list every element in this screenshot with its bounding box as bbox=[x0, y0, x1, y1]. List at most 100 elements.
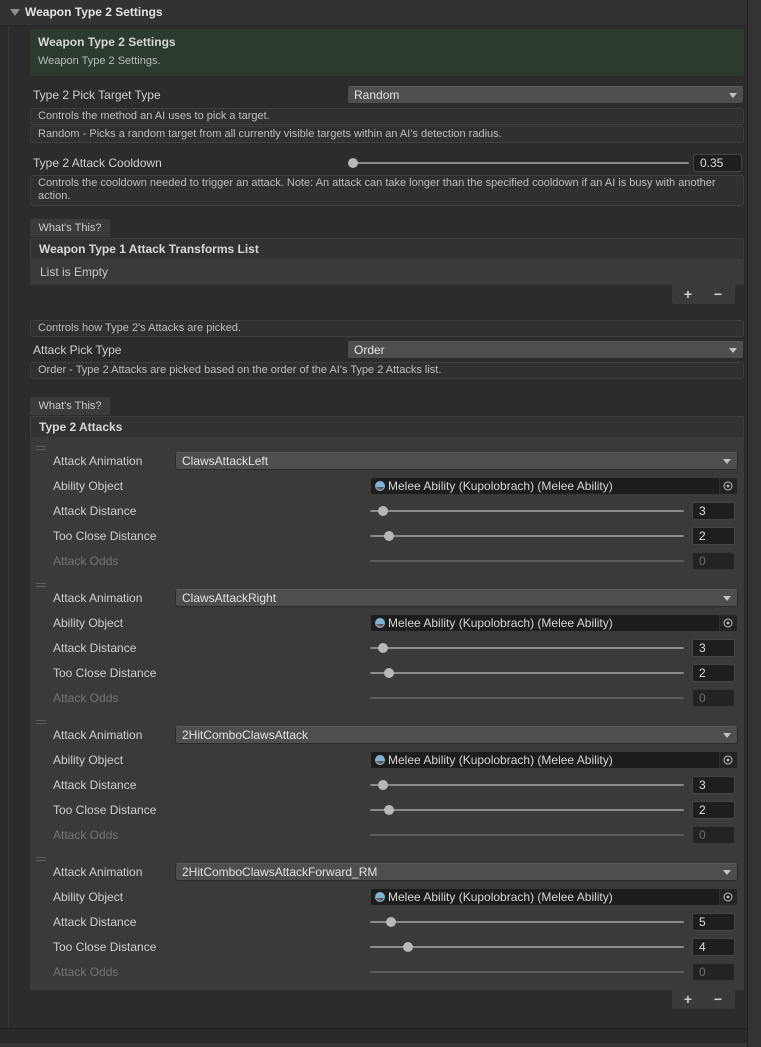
object-picker-icon[interactable] bbox=[719, 889, 737, 905]
attack-entry: Attack Animation ClawsAttackRight Abilit… bbox=[30, 581, 744, 713]
object-picker-icon[interactable] bbox=[719, 478, 737, 494]
transforms-list-toolbar: + − bbox=[672, 285, 735, 304]
attack-distance-label: Attack Distance bbox=[53, 639, 136, 657]
transforms-list-header: Weapon Type 1 Attack Transforms List bbox=[30, 238, 744, 259]
pick-target-value: Random bbox=[354, 87, 399, 103]
attack-distance-value[interactable]: 3 bbox=[692, 502, 735, 520]
attack-distance-value[interactable]: 5 bbox=[692, 913, 735, 931]
cooldown-slider[interactable] bbox=[348, 162, 689, 164]
attack-animation-dropdown[interactable]: ClawsAttackRight bbox=[175, 589, 738, 607]
cooldown-value-field[interactable]: 0.35 bbox=[693, 154, 742, 172]
attack-animation-label: Attack Animation bbox=[53, 863, 142, 881]
ability-object-label: Ability Object bbox=[53, 751, 123, 769]
cooldown-row: Type 2 Attack Cooldown 0.35 bbox=[0, 154, 761, 172]
too-close-distance-handle[interactable] bbox=[403, 942, 413, 952]
scriptable-object-icon bbox=[374, 617, 386, 629]
chevron-down-icon bbox=[729, 93, 737, 98]
object-picker-icon[interactable] bbox=[719, 752, 737, 768]
attack-distance-handle[interactable] bbox=[386, 917, 396, 927]
foldout-header[interactable]: Weapon Type 2 Settings bbox=[0, 0, 747, 26]
foldout-arrow-icon[interactable] bbox=[10, 9, 20, 16]
add-transform-button[interactable]: + bbox=[674, 285, 702, 303]
cooldown-slider-handle[interactable] bbox=[348, 158, 358, 168]
attack-odds-slider bbox=[370, 560, 684, 562]
attacks-list-header: Type 2 Attacks bbox=[30, 416, 744, 437]
drag-handle-icon[interactable] bbox=[36, 583, 46, 588]
attack-distance-value[interactable]: 3 bbox=[692, 639, 735, 657]
scriptable-object-icon bbox=[374, 754, 386, 766]
attack-animation-dropdown[interactable]: 2HitComboClawsAttackForward_RM bbox=[175, 863, 738, 881]
attack-distance-value[interactable]: 3 bbox=[692, 776, 735, 794]
attack-entry: Attack Animation 2HitComboClawsAttackFor… bbox=[30, 855, 744, 987]
remove-attack-button[interactable]: − bbox=[704, 990, 732, 1008]
attack-distance-label: Attack Distance bbox=[53, 913, 136, 931]
attack-animation-dropdown[interactable]: 2HitComboClawsAttack bbox=[175, 726, 738, 744]
too-close-distance-handle[interactable] bbox=[384, 531, 394, 541]
ability-object-field[interactable]: Melee Ability (Kupolobrach) (Melee Abili… bbox=[370, 477, 738, 495]
add-attack-button[interactable]: + bbox=[674, 990, 702, 1008]
inspector-panel: Weapon Type 2 Settings Weapon Type 2 Set… bbox=[0, 0, 761, 1047]
attack-pick-dropdown[interactable]: Order bbox=[347, 341, 744, 359]
ability-object-label: Ability Object bbox=[53, 477, 123, 495]
cooldown-helpbox: Controls the cooldown needed to trigger … bbox=[30, 175, 744, 206]
pick-target-row: Type 2 Pick Target Type Random bbox=[0, 86, 761, 104]
attack-distance-handle[interactable] bbox=[378, 506, 388, 516]
too-close-distance-handle[interactable] bbox=[384, 668, 394, 678]
attack-pick-mode-helpbox: Order - Type 2 Attacks are picked based … bbox=[30, 362, 744, 379]
attack-pick-label: Attack Pick Type bbox=[33, 341, 121, 359]
attack-distance-label: Attack Distance bbox=[53, 502, 136, 520]
attack-animation-value: 2HitComboClawsAttackForward_RM bbox=[182, 864, 377, 880]
attack-odds-value: 0 bbox=[692, 963, 735, 981]
attack-distance-slider[interactable] bbox=[370, 647, 684, 649]
scriptable-object-icon bbox=[374, 891, 386, 903]
whats-this-button-transforms[interactable]: What's This? bbox=[30, 219, 110, 237]
too-close-distance-label: Too Close Distance bbox=[53, 938, 156, 956]
chevron-down-icon bbox=[723, 870, 731, 875]
attack-distance-handle[interactable] bbox=[378, 643, 388, 653]
remove-transform-button[interactable]: − bbox=[704, 285, 732, 303]
attack-animation-value: 2HitComboClawsAttack bbox=[182, 727, 308, 743]
ability-object-value: Melee Ability (Kupolobrach) (Melee Abili… bbox=[388, 752, 613, 768]
panel-left-divider bbox=[8, 25, 9, 1028]
too-close-distance-label: Too Close Distance bbox=[53, 801, 156, 819]
chevron-down-icon bbox=[729, 348, 737, 353]
attack-distance-slider[interactable] bbox=[370, 784, 684, 786]
attack-odds-slider bbox=[370, 834, 684, 836]
too-close-distance-slider[interactable] bbox=[370, 809, 684, 811]
attack-entry: Attack Animation 2HitComboClawsAttack Ab… bbox=[30, 718, 744, 850]
panel-footer-edge bbox=[0, 1043, 748, 1047]
pick-target-helpbox: Controls the method an AI uses to pick a… bbox=[30, 108, 744, 125]
transforms-list-empty-text: List is Empty bbox=[40, 263, 108, 281]
ability-object-label: Ability Object bbox=[53, 614, 123, 632]
ability-object-field[interactable]: Melee Ability (Kupolobrach) (Melee Abili… bbox=[370, 888, 738, 906]
attack-animation-label: Attack Animation bbox=[53, 452, 142, 470]
too-close-distance-handle[interactable] bbox=[384, 805, 394, 815]
attack-animation-label: Attack Animation bbox=[53, 589, 142, 607]
pick-target-dropdown[interactable]: Random bbox=[347, 86, 744, 104]
ability-object-value: Melee Ability (Kupolobrach) (Melee Abili… bbox=[388, 478, 613, 494]
too-close-distance-slider[interactable] bbox=[370, 535, 684, 537]
foldout-title: Weapon Type 2 Settings bbox=[25, 0, 163, 25]
attack-distance-slider[interactable] bbox=[370, 921, 684, 923]
attack-animation-dropdown[interactable]: ClawsAttackLeft bbox=[175, 452, 738, 470]
ability-object-field[interactable]: Melee Ability (Kupolobrach) (Melee Abili… bbox=[370, 751, 738, 769]
too-close-distance-value[interactable]: 2 bbox=[692, 801, 735, 819]
too-close-distance-slider[interactable] bbox=[370, 946, 684, 948]
ability-object-field[interactable]: Melee Ability (Kupolobrach) (Melee Abili… bbox=[370, 614, 738, 632]
attack-distance-handle[interactable] bbox=[378, 780, 388, 790]
drag-handle-icon[interactable] bbox=[36, 720, 46, 725]
whats-this-button-attacks[interactable]: What's This? bbox=[30, 397, 110, 415]
drag-handle-icon[interactable] bbox=[36, 857, 46, 862]
too-close-distance-value[interactable]: 2 bbox=[692, 527, 735, 545]
drag-handle-icon[interactable] bbox=[36, 446, 46, 451]
attack-distance-slider[interactable] bbox=[370, 510, 684, 512]
ability-object-label: Ability Object bbox=[53, 888, 123, 906]
settings-banner: Weapon Type 2 Settings Weapon Type 2 Set… bbox=[30, 29, 744, 76]
attack-odds-value: 0 bbox=[692, 826, 735, 844]
object-picker-icon[interactable] bbox=[719, 615, 737, 631]
scriptable-object-icon bbox=[374, 480, 386, 492]
scrollbar-gutter[interactable] bbox=[748, 0, 761, 1047]
too-close-distance-slider[interactable] bbox=[370, 672, 684, 674]
too-close-distance-value[interactable]: 2 bbox=[692, 664, 735, 682]
too-close-distance-value[interactable]: 4 bbox=[692, 938, 735, 956]
